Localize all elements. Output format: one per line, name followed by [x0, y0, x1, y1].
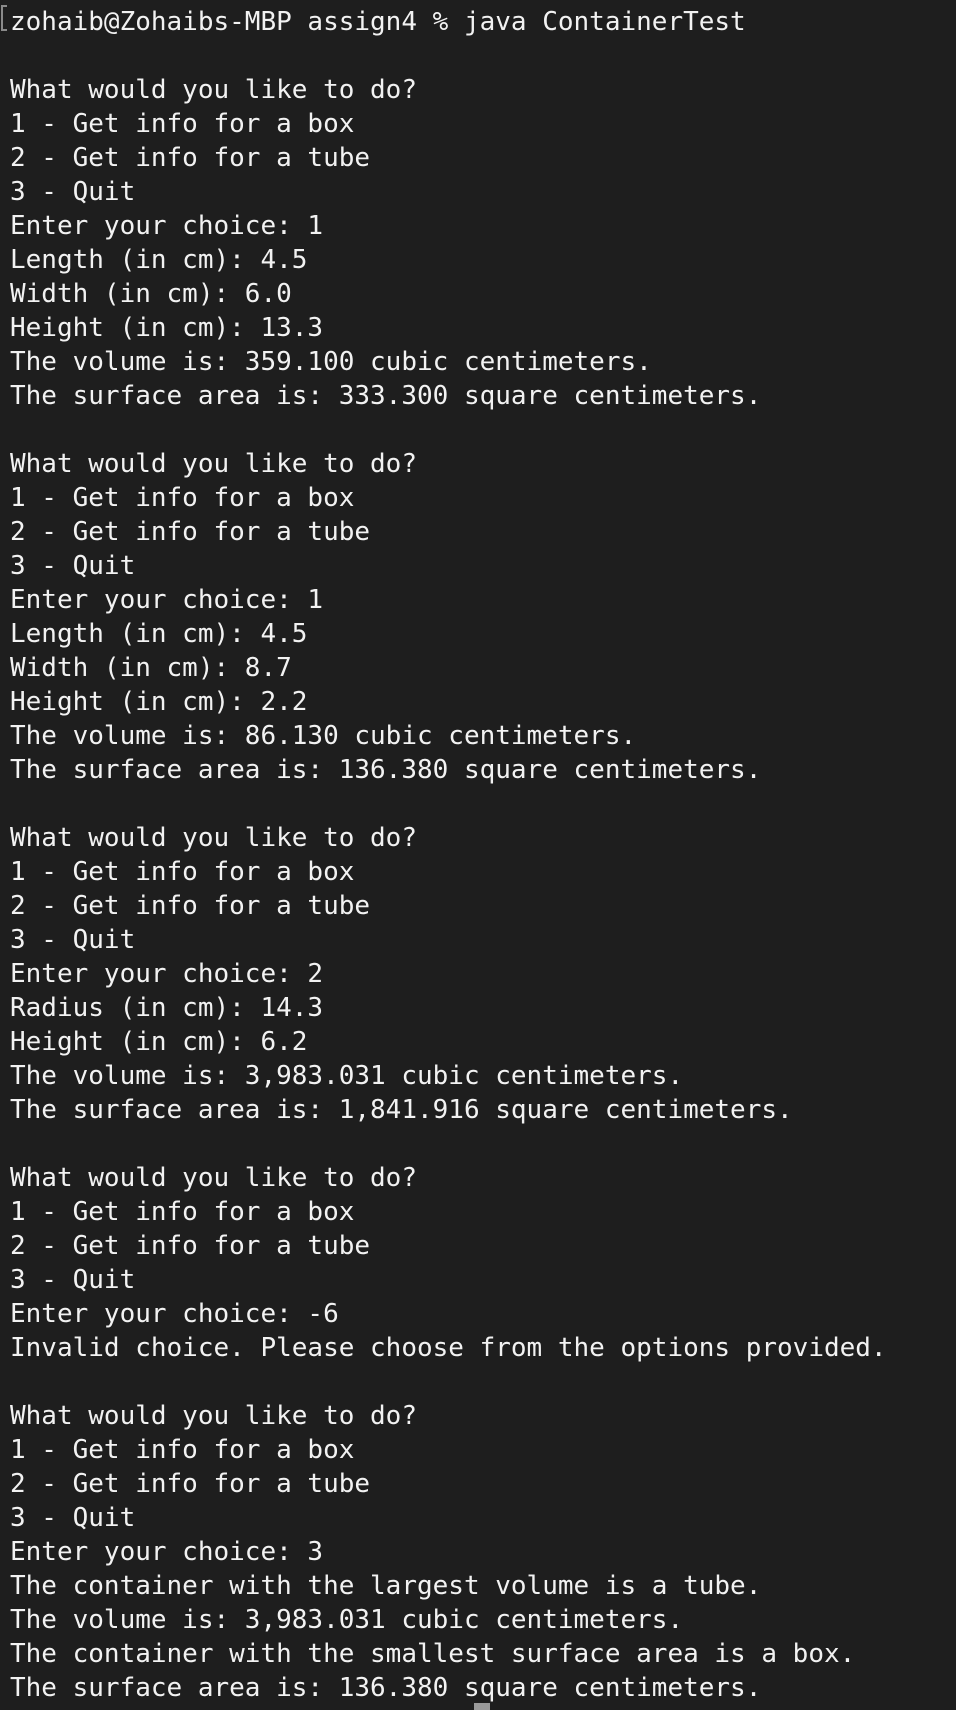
terminal-line: 3 - Quit	[10, 177, 136, 207]
prompt-marker-icon	[1, 5, 7, 31]
terminal-line: The surface area is: 136.380 square cent…	[10, 755, 762, 785]
terminal-line: 1 - Get info for a box	[10, 483, 355, 513]
terminal-line: Invalid choice. Please choose from the o…	[10, 1333, 887, 1363]
terminal-line: The volume is: 359.100 cubic centimeters…	[10, 347, 652, 377]
terminal-line: Height (in cm): 6.2	[10, 1027, 308, 1057]
terminal-line: 3 - Quit	[10, 925, 136, 955]
terminal-line: The surface area is: 136.380 square cent…	[10, 1673, 762, 1703]
terminal-line: Enter your choice: 2	[10, 959, 324, 989]
terminal-line: The surface area is: 333.300 square cent…	[10, 381, 762, 411]
terminal-line: 2 - Get info for a tube	[10, 143, 371, 173]
terminal-window[interactable]: zohaib@Zohaibs-MBP assign4 % java Contai…	[0, 0, 956, 1710]
terminal-line: 2 - Get info for a tube	[10, 1231, 371, 1261]
terminal-line: The volume is: 3,983.031 cubic centimete…	[10, 1061, 684, 1091]
terminal-line: The container with the largest volume is…	[10, 1571, 762, 1601]
terminal-line: What would you like to do?	[10, 449, 417, 479]
terminal-line: Length (in cm): 4.5	[10, 245, 308, 275]
terminal-line: 1 - Get info for a box	[10, 109, 355, 139]
terminal-line: 1 - Get info for a box	[10, 857, 355, 887]
terminal-line-command: zohaib@Zohaibs-MBP assign4 % java Contai…	[10, 7, 746, 37]
terminal-line: What would you like to do?	[10, 75, 417, 105]
terminal-line: The container with the smallest surface …	[10, 1639, 856, 1669]
terminal-line: Enter your choice: 3	[10, 1537, 324, 1567]
terminal-line: What would you like to do?	[10, 1401, 417, 1431]
terminal-line: The volume is: 3,983.031 cubic centimete…	[10, 1605, 684, 1635]
terminal-line: Height (in cm): 2.2	[10, 687, 308, 717]
terminal-line: 3 - Quit	[10, 551, 136, 581]
terminal-line: The volume is: 86.130 cubic centimeters.	[10, 721, 637, 751]
terminal-line: 3 - Quit	[10, 1503, 136, 1533]
terminal-line: Enter your choice: 1	[10, 211, 324, 241]
terminal-line: 3 - Quit	[10, 1265, 136, 1295]
terminal-line: What would you like to do?	[10, 1163, 417, 1193]
terminal-line: 2 - Get info for a tube	[10, 517, 371, 547]
terminal-line: Enter your choice: 1	[10, 585, 324, 615]
text-cursor	[474, 1703, 490, 1710]
terminal-line: Width (in cm): 8.7	[10, 653, 292, 683]
terminal-line: 1 - Get info for a box	[10, 1197, 355, 1227]
terminal-line: Length (in cm): 4.5	[10, 619, 308, 649]
terminal-line: Width (in cm): 6.0	[10, 279, 292, 309]
terminal-line: Radius (in cm): 14.3	[10, 993, 324, 1023]
terminal-line: 1 - Get info for a box	[10, 1435, 355, 1465]
terminal-line: 2 - Get info for a tube	[10, 1469, 371, 1499]
terminal-line: The surface area is: 1,841.916 square ce…	[10, 1095, 793, 1125]
terminal-line: 2 - Get info for a tube	[10, 891, 371, 921]
terminal-line: Height (in cm): 13.3	[10, 313, 324, 343]
terminal-line: Enter your choice: -6	[10, 1299, 339, 1329]
terminal-line: What would you like to do?	[10, 823, 417, 853]
